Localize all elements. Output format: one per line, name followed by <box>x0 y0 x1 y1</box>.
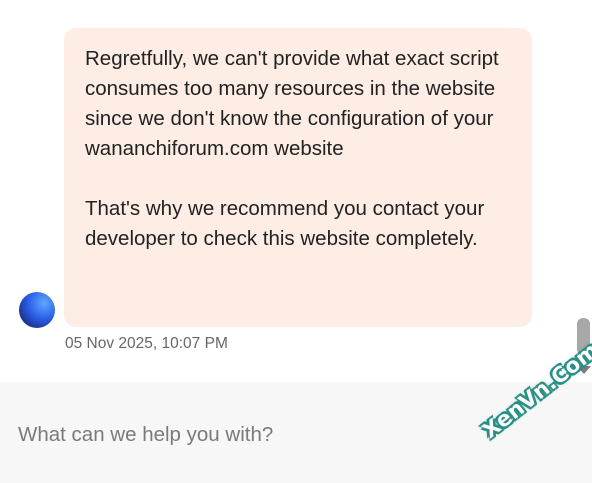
message-input[interactable] <box>18 420 478 450</box>
message-timestamp: 05 Nov 2025, 10:07 PM <box>65 335 228 352</box>
message-paragraph-1: Regretfully, we can't provide what exact… <box>85 47 499 160</box>
chat-message-area: Regretfully, we can't provide what exact… <box>0 0 592 382</box>
agent-avatar-icon <box>19 292 55 328</box>
agent-message-bubble: Regretfully, we can't provide what exact… <box>64 28 532 327</box>
message-paragraph-2: That's why we recommend you contact your… <box>85 197 485 250</box>
